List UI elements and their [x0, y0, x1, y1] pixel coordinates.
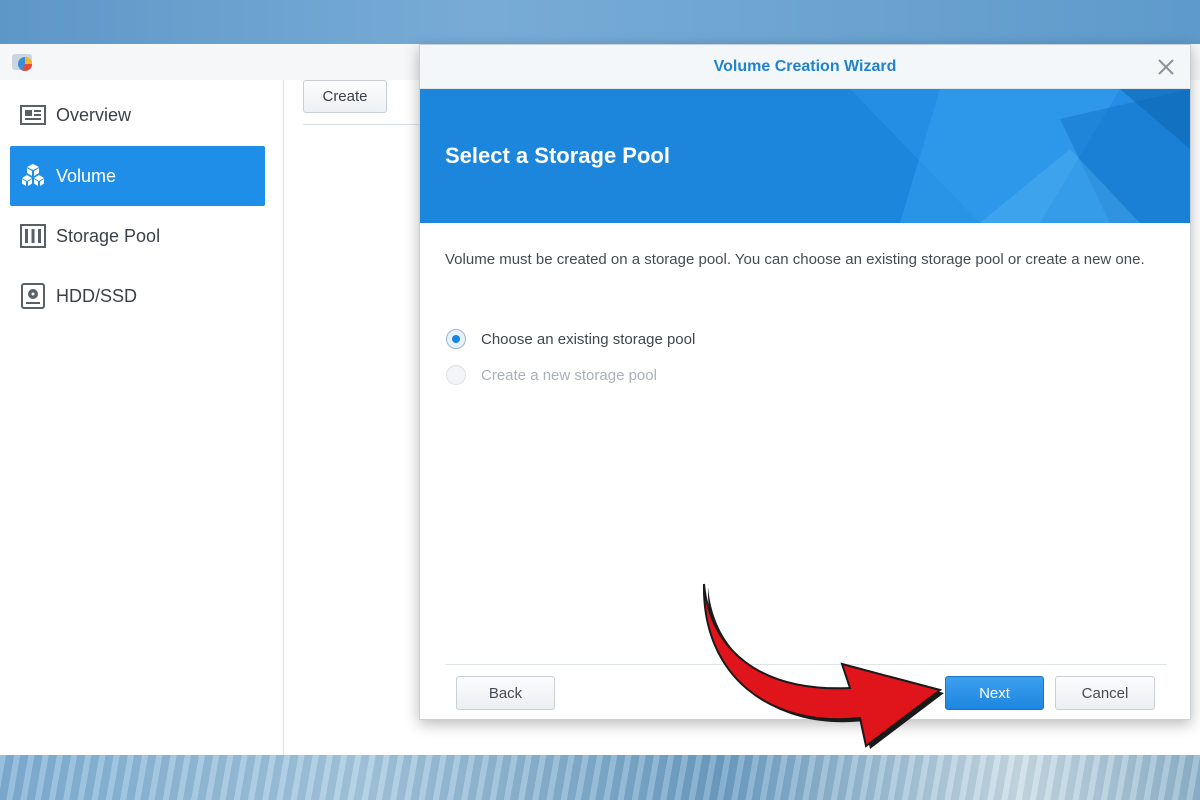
next-button[interactable]: Next [945, 676, 1044, 710]
radio-button-selected[interactable] [446, 329, 466, 349]
sidebar-item-hdd-ssd[interactable]: HDD/SSD [10, 266, 265, 326]
banner-title: Select a Storage Pool [445, 143, 670, 168]
sidebar-item-storage-pool[interactable]: Storage Pool [10, 206, 265, 266]
storage-pool-icon [20, 223, 46, 249]
sidebar-item-overview[interactable]: Overview [10, 85, 265, 145]
radio-button-disabled [446, 365, 466, 385]
option-label: Create a new storage pool [481, 366, 657, 384]
sidebar: Overview Volume Storage Pool HDD/SSD [0, 80, 284, 755]
toolbar-divider [303, 124, 423, 125]
option-new-pool: Create a new storage pool [446, 364, 657, 386]
cubes-icon [20, 163, 46, 189]
hdd-icon [20, 283, 46, 309]
storage-manager-logo-icon [10, 50, 38, 74]
wizard-titlebar: Volume Creation Wizard [420, 45, 1190, 89]
sidebar-item-label: HDD/SSD [56, 285, 138, 306]
back-button[interactable]: Back [456, 676, 555, 710]
create-button[interactable]: Create [303, 80, 387, 113]
desktop-background-bottom [0, 755, 1200, 800]
sidebar-item-label: Volume [56, 165, 117, 186]
sidebar-item-label: Storage Pool [56, 225, 161, 246]
option-label: Choose an existing storage pool [481, 330, 696, 348]
overview-icon [20, 102, 46, 128]
desktop-background-top [0, 0, 1200, 44]
wizard-description: Volume must be created on a storage pool… [445, 251, 1145, 268]
cancel-button[interactable]: Cancel [1055, 676, 1155, 710]
sidebar-item-volume[interactable]: Volume [10, 146, 265, 206]
option-existing-pool[interactable]: Choose an existing storage pool [446, 328, 695, 350]
sidebar-item-label: Overview [56, 104, 132, 125]
wizard-title: Volume Creation Wizard [713, 58, 897, 75]
close-icon[interactable] [1154, 55, 1178, 79]
wizard-banner: Select a Storage Pool [420, 89, 1190, 223]
red-annotation-arrow-icon [702, 583, 944, 749]
